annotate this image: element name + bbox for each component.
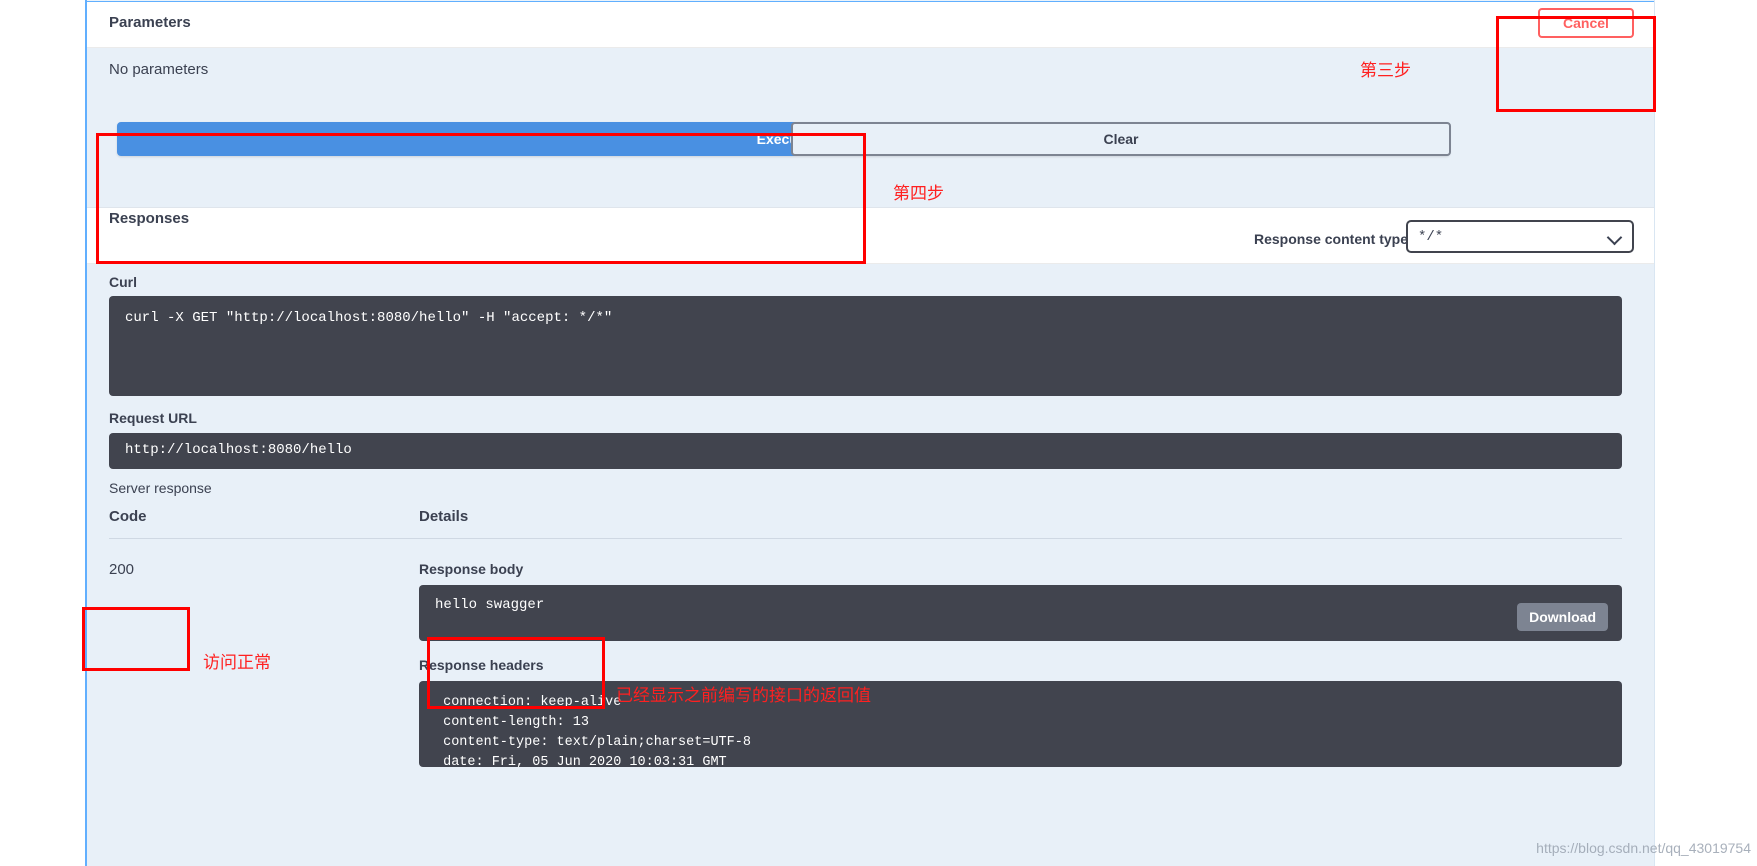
request-url-block: http://localhost:8080/hello — [109, 433, 1622, 469]
response-body-block: hello swagger Download — [419, 585, 1622, 641]
curl-command-block[interactable]: curl -X GET "http://localhost:8080/hello… — [109, 296, 1622, 396]
cancel-button-wrapper: Cancel — [1538, 8, 1634, 38]
parameters-empty-row: No parameters — [87, 48, 1654, 96]
responses-title: Responses — [109, 210, 190, 227]
response-body-label: Response body — [419, 561, 524, 577]
annotation-access-ok: 访问正常 — [203, 653, 271, 673]
response-headers-label: Response headers — [419, 657, 544, 673]
parameters-title: Parameters — [109, 14, 191, 31]
table-header-row: Code Details — [109, 508, 1622, 539]
chevron-down-icon — [1608, 230, 1622, 244]
response-content-type-label: Response content type — [1253, 231, 1408, 247]
operation-block: GET /hello hello Parameters Cancel No pa… — [85, 0, 1655, 866]
column-header-code: Code — [109, 508, 147, 525]
parameters-section-header: Parameters Cancel — [87, 2, 1654, 48]
response-headers-block: connection: keep-alive content-length: 1… — [419, 681, 1622, 767]
no-parameters-text: No parameters — [109, 61, 209, 78]
annotation-step-three: 第三步 — [1360, 61, 1411, 81]
response-content-type-value: */* — [1418, 228, 1444, 245]
response-body-value: hello swagger — [435, 597, 545, 613]
cancel-button[interactable]: Cancel — [1538, 8, 1634, 38]
server-response-label: Server response — [109, 480, 212, 496]
request-url-label: Request URL — [109, 410, 197, 426]
clear-button[interactable]: Clear — [791, 122, 1451, 156]
annotation-response-note: 已经显示之前编写的接口的返回值 — [616, 686, 871, 706]
annotation-step-four: 第四步 — [893, 184, 944, 204]
swagger-ui-screenshot: GET /hello hello Parameters Cancel No pa… — [0, 0, 1757, 866]
execute-section: Execute Clear — [87, 96, 1654, 208]
server-response-table: Code Details 200 Response body hello swa… — [109, 508, 1622, 767]
curl-label: Curl — [109, 274, 137, 290]
table-row: 200 Response body hello swagger Download… — [109, 539, 1622, 767]
response-details-cell: Response body hello swagger Download Res… — [419, 561, 1622, 767]
column-header-details: Details — [419, 508, 469, 525]
watermark: https://blog.csdn.net/qq_43019754 — [1536, 840, 1751, 856]
response-content-type-select[interactable]: */* — [1406, 220, 1634, 253]
download-button[interactable]: Download — [1517, 603, 1608, 631]
responses-section-header: Responses Response content type */* — [87, 208, 1654, 264]
responses-body: Curl curl -X GET "http://localhost:8080/… — [87, 264, 1654, 866]
